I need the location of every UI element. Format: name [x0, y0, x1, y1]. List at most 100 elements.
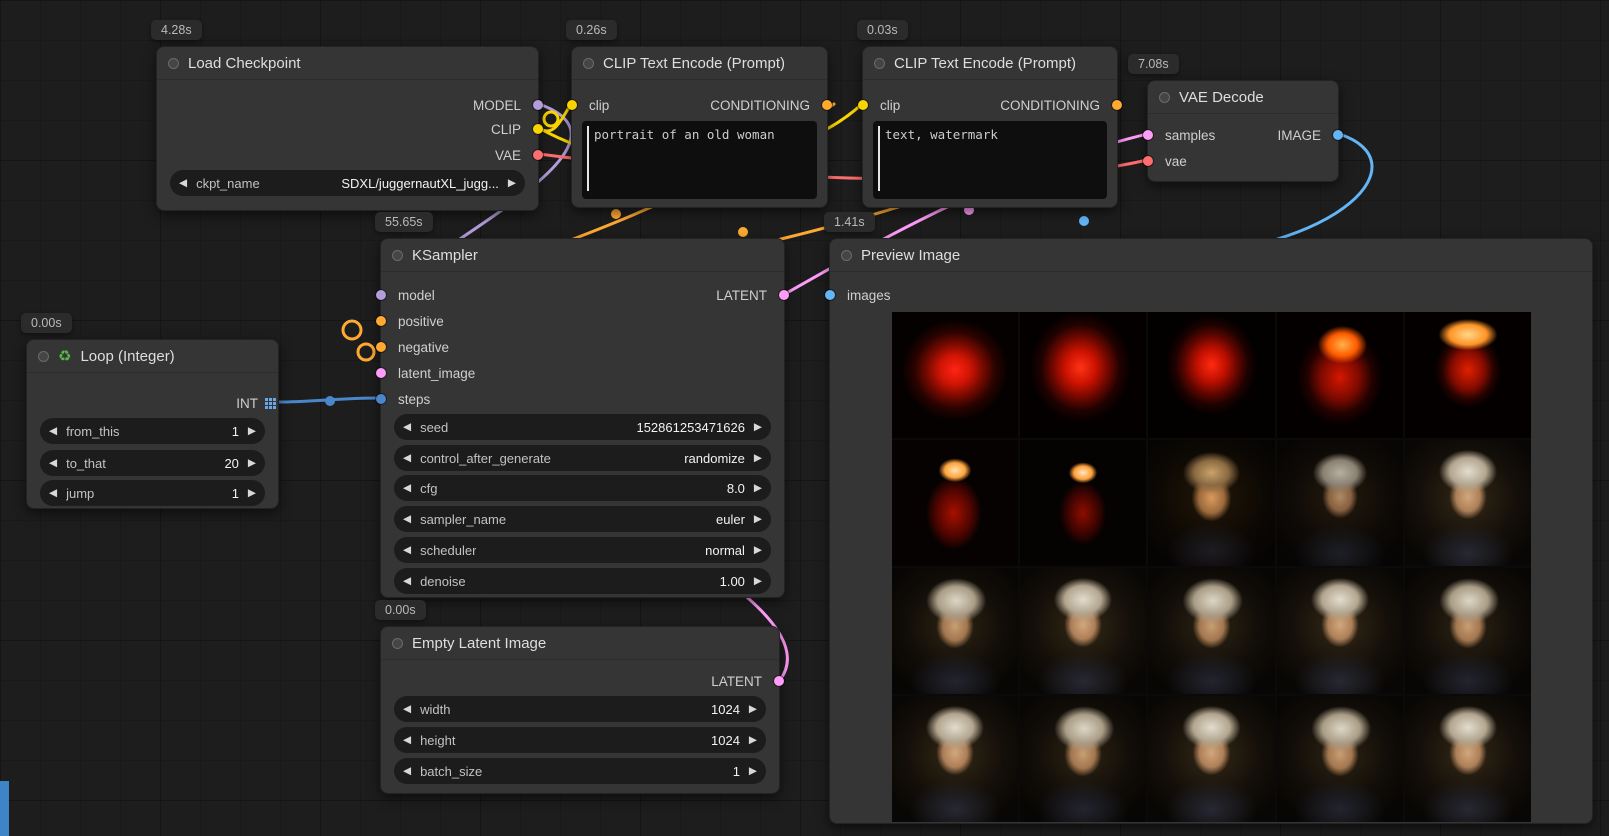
left-arrow-icon[interactable]: ◀ [403, 704, 411, 715]
collapse-dot-icon[interactable] [38, 351, 49, 362]
positive-input-dot[interactable] [376, 316, 386, 326]
input-slot-samples[interactable]: samples [1148, 127, 1215, 143]
input-slot-model[interactable]: model [381, 287, 435, 303]
output-slot-latent[interactable]: LATENT [716, 287, 784, 303]
model-output-dot[interactable] [533, 100, 543, 110]
conditioning-output-dot[interactable] [822, 100, 832, 110]
node-ksampler[interactable]: 55.65s KSampler model positive negative … [380, 238, 785, 598]
clip-output-dot[interactable] [533, 124, 543, 134]
samples-input-dot[interactable] [1143, 130, 1153, 140]
widget-from-this[interactable]: ◀ from_this 1 ▶ [40, 418, 265, 444]
node-header[interactable]: Preview Image [830, 239, 1592, 272]
node-header[interactable]: Load Checkpoint [157, 47, 538, 80]
collapse-dot-icon[interactable] [168, 58, 179, 69]
conditioning-output-dot[interactable] [1112, 100, 1122, 110]
widget-cfg[interactable]: ◀ cfg 8.0 ▶ [394, 475, 771, 501]
node-empty-latent-image[interactable]: 0.00s Empty Latent Image LATENT ◀ width … [380, 626, 780, 794]
collapse-dot-icon[interactable] [874, 58, 885, 69]
latent-image-input-dot[interactable] [376, 368, 386, 378]
right-arrow-icon[interactable]: ▶ [749, 766, 757, 777]
clip-input-dot[interactable] [567, 100, 577, 110]
model-input-dot[interactable] [376, 290, 386, 300]
widget-denoise[interactable]: ◀ denoise 1.00 ▶ [394, 568, 771, 594]
left-arrow-icon[interactable]: ◀ [403, 545, 411, 556]
widget-seed[interactable]: ◀ seed 152861253471626 ▶ [394, 414, 771, 440]
input-slot-clip[interactable]: clip [572, 97, 609, 113]
left-arrow-icon[interactable]: ◀ [49, 488, 57, 499]
right-arrow-icon[interactable]: ▶ [754, 514, 762, 525]
negative-input-dot[interactable] [376, 342, 386, 352]
node-header[interactable]: KSampler [381, 239, 784, 272]
left-arrow-icon[interactable]: ◀ [403, 514, 411, 525]
collapse-dot-icon[interactable] [392, 250, 403, 261]
images-input-dot[interactable] [825, 290, 835, 300]
input-slot-latent-image[interactable]: latent_image [381, 365, 475, 381]
node-vae-decode[interactable]: 7.08s VAE Decode samples vae IMAGE [1147, 80, 1339, 182]
output-slot-latent[interactable]: LATENT [711, 673, 779, 689]
left-arrow-icon[interactable]: ◀ [403, 453, 411, 464]
input-slot-clip[interactable]: clip [863, 97, 900, 113]
widget-ckpt-name[interactable]: ◀ ckpt_name SDXL/juggernautXL_jugg... ▶ [170, 170, 525, 196]
node-header[interactable]: Empty Latent Image [381, 627, 779, 660]
right-arrow-icon[interactable]: ▶ [508, 178, 516, 189]
right-arrow-icon[interactable]: ▶ [754, 576, 762, 587]
right-arrow-icon[interactable]: ▶ [248, 488, 256, 499]
node-preview-image[interactable]: 1.41s Preview Image images [829, 238, 1593, 824]
left-arrow-icon[interactable]: ◀ [403, 766, 411, 777]
node-header[interactable]: CLIP Text Encode (Prompt) [863, 47, 1117, 80]
widget-jump[interactable]: ◀ jump 1 ▶ [40, 480, 265, 506]
left-arrow-icon[interactable]: ◀ [403, 576, 411, 587]
right-arrow-icon[interactable]: ▶ [754, 422, 762, 433]
widget-sampler-name[interactable]: ◀ sampler_name euler ▶ [394, 506, 771, 532]
collapse-dot-icon[interactable] [392, 638, 403, 649]
left-arrow-icon[interactable]: ◀ [403, 422, 411, 433]
widget-height[interactable]: ◀ height 1024 ▶ [394, 727, 766, 753]
left-arrow-icon[interactable]: ◀ [179, 178, 187, 189]
node-clip-text-encode-negative[interactable]: 0.03s CLIP Text Encode (Prompt) clip CON… [862, 46, 1118, 208]
output-slot-conditioning[interactable]: CONDITIONING [1000, 97, 1117, 113]
input-slot-images[interactable]: images [830, 287, 891, 303]
collapse-dot-icon[interactable] [583, 58, 594, 69]
output-slot-conditioning[interactable]: CONDITIONING [710, 97, 827, 113]
widget-control-after-generate[interactable]: ◀ control_after_generate randomize ▶ [394, 445, 771, 471]
node-header[interactable]: VAE Decode [1148, 81, 1338, 114]
clip-input-dot[interactable] [858, 100, 868, 110]
right-arrow-icon[interactable]: ▶ [754, 483, 762, 494]
node-header[interactable]: CLIP Text Encode (Prompt) [572, 47, 827, 80]
left-arrow-icon[interactable]: ◀ [403, 735, 411, 746]
collapse-dot-icon[interactable] [1159, 92, 1170, 103]
prompt-textarea[interactable]: portrait of an old woman [582, 121, 817, 199]
widget-width[interactable]: ◀ width 1024 ▶ [394, 696, 766, 722]
node-header[interactable]: ♻ Loop (Integer) [27, 340, 278, 373]
input-slot-steps[interactable]: steps [381, 391, 430, 407]
right-arrow-icon[interactable]: ▶ [754, 545, 762, 556]
input-slot-positive[interactable]: positive [381, 313, 444, 329]
left-arrow-icon[interactable]: ◀ [403, 483, 411, 494]
prompt-textarea[interactable]: text, watermark [873, 121, 1107, 199]
left-arrow-icon[interactable]: ◀ [49, 426, 57, 437]
right-arrow-icon[interactable]: ▶ [754, 453, 762, 464]
widget-to-that[interactable]: ◀ to_that 20 ▶ [40, 450, 265, 476]
left-arrow-icon[interactable]: ◀ [49, 458, 57, 469]
right-arrow-icon[interactable]: ▶ [248, 458, 256, 469]
latent-output-dot[interactable] [779, 290, 789, 300]
image-output-dot[interactable] [1333, 130, 1343, 140]
node-load-checkpoint[interactable]: 4.28s Load Checkpoint MODEL CLIP VAE ◀ c… [156, 46, 539, 211]
steps-input-dot[interactable] [376, 394, 386, 404]
input-slot-vae[interactable]: vae [1148, 153, 1187, 169]
collapse-dot-icon[interactable] [841, 250, 852, 261]
output-slot-int[interactable]: INT [236, 395, 278, 411]
node-canvas[interactable]: { "icons": {"left_arrow":"◀","right_arro… [0, 0, 1609, 836]
vae-output-dot[interactable] [533, 150, 543, 160]
right-arrow-icon[interactable]: ▶ [749, 735, 757, 746]
right-arrow-icon[interactable]: ▶ [248, 426, 256, 437]
node-loop-integer[interactable]: 0.00s ♻ Loop (Integer) INT ◀ from_this 1… [26, 339, 279, 509]
widget-scheduler[interactable]: ◀ scheduler normal ▶ [394, 537, 771, 563]
input-slot-negative[interactable]: negative [381, 339, 449, 355]
vae-input-dot[interactable] [1143, 156, 1153, 166]
widget-batch-size[interactable]: ◀ batch_size 1 ▶ [394, 758, 766, 784]
output-slot-image[interactable]: IMAGE [1277, 127, 1338, 143]
node-clip-text-encode-positive[interactable]: 0.26s CLIP Text Encode (Prompt) clip CON… [571, 46, 828, 208]
output-slot-clip[interactable]: CLIP [491, 121, 538, 137]
output-slot-model[interactable]: MODEL [473, 97, 538, 113]
